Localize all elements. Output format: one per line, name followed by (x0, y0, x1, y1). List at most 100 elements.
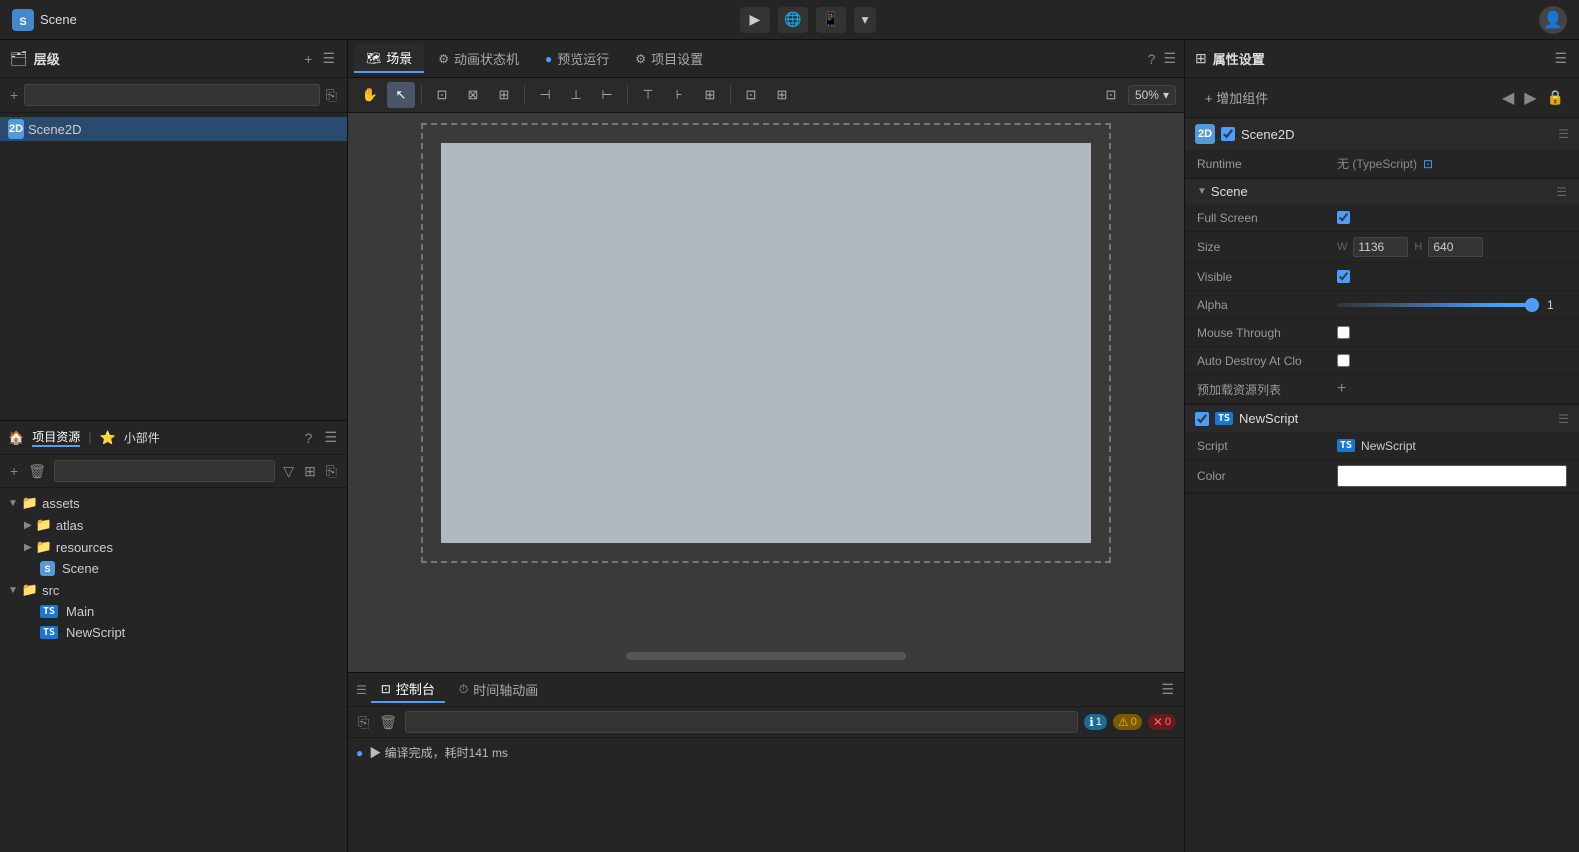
scene-section-header[interactable]: ▼ Scene ☰ (1185, 179, 1579, 204)
canvas-scrollbar-h[interactable] (626, 652, 906, 660)
add-component-btn[interactable]: + 增加组件 (1195, 84, 1278, 111)
asset-help-btn[interactable]: ? (303, 428, 315, 448)
asset-item-atlas[interactable]: ▶ 📁 atlas (0, 514, 347, 536)
zoom-selector[interactable]: 50% ▾ (1128, 85, 1176, 105)
asset-filter-btn[interactable]: ▽ (281, 461, 296, 482)
tool-hand[interactable]: ✋ (356, 82, 384, 108)
hierarchy-search-bar: + ⎘ (0, 78, 347, 113)
console-toolbar: ⎘ 🗑 ℹ 1 ⚠ 0 ✕ 0 (348, 707, 1184, 738)
tab-project-assets[interactable]: 项目资源 (32, 428, 80, 447)
hierarchy-panel: 🗂 层级 + ☰ + ⎘ 2D Scene2D (0, 40, 347, 420)
tool-align-l[interactable]: ⊤ (634, 82, 662, 108)
tool-align-r[interactable]: ⊦ (665, 82, 693, 108)
properties-menu-btn[interactable]: ☰ (1552, 48, 1569, 69)
tree-item-scene2d-label: Scene2D (28, 122, 81, 137)
prop-size: Size W H (1185, 232, 1579, 263)
hierarchy-add-btn[interactable]: + (302, 49, 314, 69)
prop-script-value: TS NewScript (1337, 439, 1567, 453)
dropdown-button[interactable]: ▾ (854, 7, 876, 33)
preload-add-btn[interactable]: + (1337, 380, 1346, 398)
tool-align-all[interactable]: ⊞ (696, 82, 724, 108)
size-w-input[interactable] (1353, 237, 1408, 257)
asset-add-btn[interactable]: + (8, 461, 20, 481)
tab-widgets[interactable]: 小部件 (124, 429, 160, 446)
asset-item-resources[interactable]: ▶ 📁 resources (0, 536, 347, 558)
prop-size-value: W H (1337, 237, 1567, 257)
play-button[interactable]: ▶ (740, 7, 770, 33)
tab-preview[interactable]: ● 预览运行 (533, 45, 621, 72)
console-search-input[interactable] (405, 711, 1078, 733)
scene-section-menu-btn[interactable]: ☰ (1556, 185, 1567, 199)
asset-item-newscript-label: NewScript (66, 625, 125, 640)
scene2d-comp-menu-btn[interactable]: ☰ (1558, 127, 1569, 141)
prop-script-label: Script (1197, 439, 1337, 453)
tab-scene-label: 场景 (386, 48, 412, 67)
mobile-button[interactable]: 📱 (816, 7, 846, 33)
tab-timeline[interactable]: ⏱ 时间轴动画 (449, 677, 548, 702)
globe-button[interactable]: 🌐 (778, 7, 808, 33)
scene2d-comp-title: Scene2D (1241, 127, 1552, 142)
tool-anchor-tl[interactable]: ⊡ (428, 82, 456, 108)
hierarchy-copy-btn[interactable]: ⎘ (324, 85, 339, 106)
asset-item-main[interactable]: TS Main (0, 601, 347, 622)
tab-project-settings[interactable]: ⚙ 项目设置 (623, 45, 715, 72)
svg-text:S: S (19, 16, 26, 28)
tool-anchor-tc[interactable]: ⊠ (459, 82, 487, 108)
asset-delete-btn[interactable]: 🗑 (26, 461, 48, 482)
hierarchy-search-icon[interactable]: + (8, 85, 20, 105)
script-ts-icon: TS (1337, 439, 1355, 452)
asset-menu-btn[interactable]: ☰ (322, 427, 339, 448)
prop-color-label: Color (1197, 469, 1337, 483)
console-delete-btn[interactable]: 🗑 (377, 712, 399, 733)
runtime-script-btn[interactable]: ⊡ (1423, 157, 1433, 171)
app-logo: S Scene (12, 9, 77, 31)
tab-anim-state-label: 动画状态机 (454, 49, 519, 68)
canvas-area[interactable] (348, 113, 1184, 672)
console-menu-btn[interactable]: ☰ (1159, 679, 1176, 700)
tool-grid[interactable]: ⊞ (768, 82, 796, 108)
asset-grid-btn[interactable]: ⊞ (302, 461, 318, 482)
visible-checkbox[interactable] (1337, 270, 1350, 283)
console-copy-btn[interactable]: ⎘ (356, 712, 371, 733)
full-screen-checkbox[interactable] (1337, 211, 1350, 224)
asset-item-scene[interactable]: S Scene (0, 558, 347, 579)
asset-view-btn[interactable]: ⎘ (324, 461, 339, 482)
nav-back-btn[interactable]: ◀ (1497, 86, 1519, 110)
hierarchy-menu-btn[interactable]: ☰ (320, 48, 337, 69)
badge-warn-count: 0 (1131, 716, 1137, 728)
color-swatch[interactable] (1337, 465, 1567, 487)
nav-forward-btn[interactable]: ▶ (1519, 86, 1541, 110)
tool-expand[interactable]: ⊡ (737, 82, 765, 108)
prop-mouse-through: Mouse Through (1185, 319, 1579, 347)
hierarchy-search-input[interactable] (24, 84, 320, 106)
asset-panel: 🏠 项目资源 | ⭐ 小部件 ? ☰ + 🗑 ▽ ⊞ ⎘ (0, 420, 347, 852)
tree-item-scene2d[interactable]: 2D Scene2D (0, 117, 347, 141)
auto-destroy-checkbox[interactable] (1337, 354, 1350, 367)
tab-scene[interactable]: 🗺 场景 (354, 44, 424, 73)
asset-item-newscript[interactable]: TS NewScript (0, 622, 347, 643)
tool-pos-y[interactable]: ⊥ (562, 82, 590, 108)
alpha-slider[interactable] (1337, 303, 1539, 307)
tool-pos-x[interactable]: ⊣ (531, 82, 559, 108)
asset-item-src[interactable]: ▼ 📁 src (0, 579, 347, 601)
tool-select[interactable]: ↖ (387, 82, 415, 108)
mouse-through-checkbox[interactable] (1337, 326, 1350, 339)
scene2d-comp-section: 2D Scene2D ☰ Runtime 无 (TypeScript) ⊡ (1185, 118, 1579, 179)
user-avatar[interactable]: 👤 (1539, 6, 1567, 34)
tool-preview-mode[interactable]: ⊡ (1097, 82, 1125, 108)
editor-menu-btn[interactable]: ☰ (1161, 48, 1178, 69)
tab-anim-state[interactable]: ⚙ 动画状态机 (426, 45, 531, 72)
tool-anchor-tr[interactable]: ⊞ (490, 82, 518, 108)
tool-pos-w[interactable]: ⊢ (593, 82, 621, 108)
newscript-menu-btn[interactable]: ☰ (1558, 412, 1569, 426)
asset-item-assets[interactable]: ▼ 📁 assets (0, 492, 347, 514)
editor-help-btn[interactable]: ? (1146, 49, 1158, 69)
tab-console[interactable]: ⊡ 控制台 (371, 676, 445, 703)
asset-search-input[interactable] (54, 460, 275, 482)
scene2d-tree-icon: 2D (8, 121, 24, 137)
prop-auto-destroy-label: Auto Destroy At Clo (1197, 354, 1337, 368)
scene2d-enabled-checkbox[interactable] (1221, 127, 1235, 141)
size-h-input[interactable] (1428, 237, 1483, 257)
newscript-enabled-checkbox[interactable] (1195, 412, 1209, 426)
lock-btn[interactable]: 🔒 (1542, 87, 1569, 108)
